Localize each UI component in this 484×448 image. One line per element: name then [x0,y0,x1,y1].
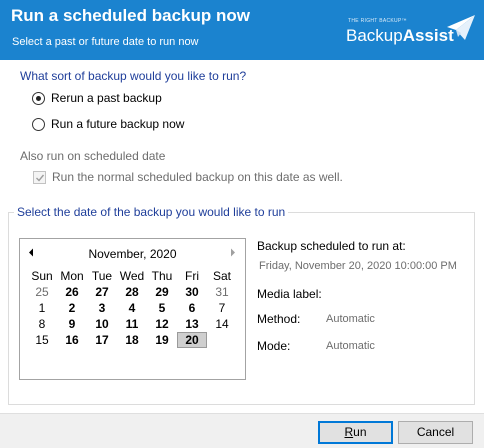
scheduled-run-label: Backup scheduled to run at: [257,239,406,253]
calendar-day[interactable]: 11 [117,316,147,332]
checkmark-icon [36,174,45,182]
weekday-header: Sun [31,269,53,283]
radio-button-checked[interactable] [32,91,45,105]
calendar-month-label[interactable]: November, 2020 [20,247,245,261]
calendar-day [207,332,237,348]
weekday-header: Sat [212,269,231,283]
paper-plane-icon [447,15,475,40]
calendar-day[interactable]: 7 [207,300,237,316]
scheduled-run-value: Friday, November 20, 2020 10:00:00 PM [259,260,457,272]
calendar-day[interactable]: 26 [57,284,87,300]
calendar-day[interactable]: 19 [147,332,177,348]
weekday-header: Thu [151,269,173,283]
calendar-day[interactable]: 1 [27,300,57,316]
mode-value: Automatic [326,340,375,352]
calendar-day[interactable]: 30 [177,284,207,300]
radio-run-future-backup[interactable]: Run a future backup now [32,116,184,132]
media-label: Media label: [257,287,322,301]
calendar-day[interactable]: 16 [57,332,87,348]
method-value: Automatic [326,313,375,325]
calendar-day-selected[interactable]: 20 [177,332,207,348]
calendar-day[interactable]: 9 [57,316,87,332]
calendar-day[interactable]: 29 [147,284,177,300]
calendar-day[interactable]: 27 [87,284,117,300]
calendar-day[interactable]: 18 [117,332,147,348]
date-group-title: Select the date of the backup you would … [14,205,289,219]
calendar-day[interactable]: 15 [27,332,57,348]
weekday-header: Tue [91,269,113,283]
month-calendar[interactable]: November, 2020 Sun Mon Tue Wed Thu Fri S… [19,238,246,380]
radio-label: Run a future backup now [51,117,185,131]
run-button[interactable]: Run [318,421,393,444]
calendar-day[interactable]: 10 [87,316,117,332]
backupassist-logo: THE RIGHT BACKUP™ BackupAssist [340,13,478,51]
checkbox-label: Run the normal scheduled backup on this … [52,170,343,184]
radio-rerun-past-backup[interactable]: Rerun a past backup [32,90,162,106]
calendar-day[interactable]: 5 [147,300,177,316]
dialog-body: What sort of backup would you like to ru… [0,60,484,413]
calendar-day[interactable]: 14 [207,316,237,332]
backup-type-question: What sort of backup would you like to ru… [20,69,247,83]
header-banner: Run a scheduled backup now Select a past… [0,0,484,60]
calendar-day[interactable]: 28 [117,284,147,300]
calendar-day[interactable]: 8 [27,316,57,332]
also-run-label: Also run on scheduled date [20,149,166,163]
calendar-day[interactable]: 13 [177,316,207,332]
weekday-header: Mon [60,269,84,283]
radio-label: Rerun a past backup [51,91,162,105]
weekday-header: Fri [185,269,199,283]
dialog-subtitle: Select a past or future date to run now [12,36,199,48]
next-month-arrow-icon[interactable] [230,248,236,257]
calendar-day[interactable]: 3 [87,300,117,316]
calendar-day[interactable]: 12 [147,316,177,332]
dialog-footer: Run Cancel [0,413,484,448]
also-run-checkbox-row: Run the normal scheduled backup on this … [33,169,343,185]
calendar-day[interactable]: 17 [87,332,117,348]
cancel-button[interactable]: Cancel [398,421,473,444]
weekday-header: Wed [119,269,145,283]
method-label: Method: [257,312,301,326]
mode-label: Mode: [257,339,291,353]
also-run-checkbox [33,170,46,184]
calendar-day[interactable]: 4 [117,300,147,316]
calendar-day[interactable]: 6 [177,300,207,316]
dialog-title: Run a scheduled backup now [11,6,250,25]
logo-text: BackupAssist [346,26,454,45]
calendar-day[interactable]: 2 [57,300,87,316]
logo-tagline: THE RIGHT BACKUP™ [348,18,407,24]
calendar-day[interactable]: 31 [207,284,237,300]
calendar-day-grid: Sun Mon Tue Wed Thu Fri Sat 25 26 27 28 29 30… [27,268,237,348]
radio-button[interactable] [32,117,45,131]
calendar-day[interactable]: 25 [27,284,57,300]
